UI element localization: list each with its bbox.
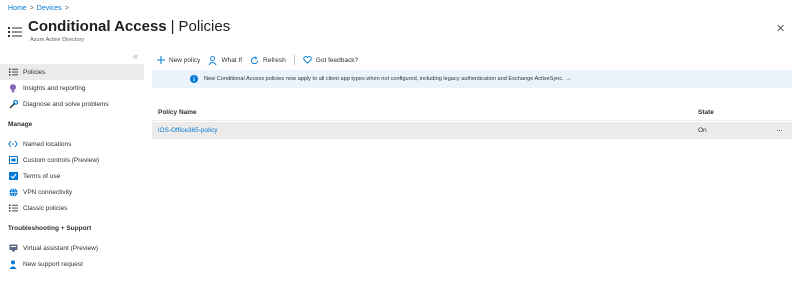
sidebar-item-new-support-request[interactable]: New support request xyxy=(0,256,144,272)
breadcrumb-devices[interactable]: Devices xyxy=(37,5,62,12)
sidebar-item-label: Custom controls (Preview) xyxy=(23,156,100,164)
list-icon xyxy=(8,203,18,213)
breadcrumb-separator: > xyxy=(29,5,34,12)
sidebar-item-terms-of-use[interactable]: Terms of use xyxy=(0,168,144,184)
sidebar-section-manage: Manage xyxy=(8,120,33,128)
close-icon[interactable]: ✕ xyxy=(776,22,785,35)
refresh-button[interactable]: Refresh xyxy=(250,56,286,65)
page-title: Conditional Access | Policies xyxy=(28,18,230,35)
toolbar-divider xyxy=(293,55,295,65)
assistant-icon xyxy=(8,243,18,253)
info-icon xyxy=(190,75,198,83)
collapse-sidebar-icon[interactable]: « xyxy=(133,51,138,61)
sidebar-item-label: VPN connectivity xyxy=(23,188,73,196)
breadcrumb-separator: > xyxy=(64,5,69,12)
lightbulb-icon xyxy=(8,83,18,93)
what-if-label: What If xyxy=(221,56,243,64)
sidebar-item-label: Diagnose and solve problems xyxy=(23,100,109,108)
person-icon xyxy=(208,55,217,65)
policy-state: On xyxy=(698,127,707,134)
page-title-separator: | xyxy=(170,18,175,35)
sidebar-item-label: Named locations xyxy=(23,140,72,148)
policy-list-icon xyxy=(8,25,22,37)
sidebar: Policies Insights and reporting Diagnose… xyxy=(0,64,144,272)
sidebar-section-troubleshooting-support: Troubleshooting + Support xyxy=(8,224,92,232)
info-banner-text: New Conditional Access policies now appl… xyxy=(204,76,571,82)
policy-name-link[interactable]: iOS-Office365-policy xyxy=(158,127,218,134)
sidebar-item-classic-policies[interactable]: Classic policies xyxy=(0,200,144,216)
sidebar-item-label: New support request xyxy=(23,260,83,268)
sidebar-item-custom-controls[interactable]: Custom controls (Preview) xyxy=(0,152,144,168)
sidebar-item-insights-and-reporting[interactable]: Insights and reporting xyxy=(0,80,144,96)
new-policy-label: New policy xyxy=(169,56,201,64)
sidebar-item-label: Classic policies xyxy=(23,204,68,212)
wrench-icon xyxy=(8,99,18,109)
table-header: Policy Name State xyxy=(152,104,792,121)
page-subtitle: Azure Active Directory xyxy=(30,37,85,43)
terms-icon xyxy=(8,171,18,181)
breadcrumb-home[interactable]: Home xyxy=(8,5,27,12)
column-header-policy-name[interactable]: Policy Name xyxy=(158,109,197,116)
feedback-label: Got feedback? xyxy=(315,56,359,64)
refresh-label: Refresh xyxy=(263,56,286,64)
person-icon xyxy=(8,259,18,269)
sidebar-item-policies[interactable]: Policies xyxy=(0,64,144,80)
what-if-button[interactable]: What If xyxy=(208,55,243,65)
breadcrumb: Home > Devices > xyxy=(8,5,72,12)
sidebar-item-label: Insights and reporting xyxy=(23,84,86,92)
info-banner[interactable]: New Conditional Access policies now appl… xyxy=(152,70,792,88)
refresh-icon xyxy=(250,56,259,64)
feedback-button[interactable]: Got feedback? xyxy=(303,56,358,64)
sidebar-item-vpn-connectivity[interactable]: VPN connectivity xyxy=(0,184,144,200)
list-icon xyxy=(8,67,18,77)
sidebar-item-label: Policies xyxy=(23,68,46,76)
more-options-icon[interactable]: ··· xyxy=(776,125,783,135)
command-toolbar: New policy What If Refresh Got feedback? xyxy=(157,55,366,65)
globe-icon xyxy=(8,187,18,197)
custom-controls-icon xyxy=(8,155,18,165)
new-policy-button[interactable]: New policy xyxy=(157,56,200,64)
sidebar-item-label: Terms of use xyxy=(23,172,61,180)
table-row[interactable]: iOS-Office365-policy On ··· xyxy=(152,122,792,139)
sidebar-item-label: Virtual assistant (Preview) xyxy=(23,244,99,252)
sidebar-item-diagnose-and-solve-problems[interactable]: Diagnose and solve problems xyxy=(0,96,144,112)
sidebar-item-named-locations[interactable]: Named locations xyxy=(0,136,144,152)
column-header-state[interactable]: State xyxy=(698,109,714,116)
plus-icon xyxy=(157,56,165,64)
page-title-primary: Conditional Access xyxy=(28,18,167,35)
page-title-secondary: Policies xyxy=(178,18,231,35)
code-icon xyxy=(8,139,18,149)
sidebar-item-virtual-assistant[interactable]: Virtual assistant (Preview) xyxy=(0,240,144,256)
heart-icon xyxy=(303,56,312,64)
